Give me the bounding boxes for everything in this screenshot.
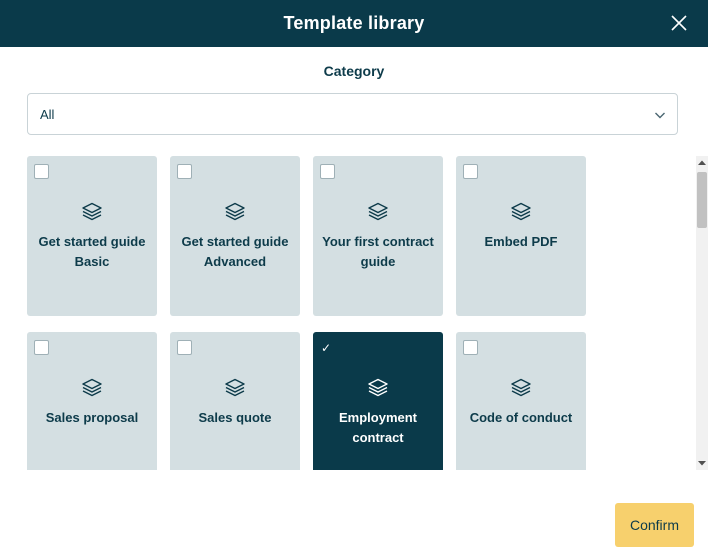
template-checkbox[interactable]	[177, 340, 192, 355]
template-checkbox[interactable]	[320, 164, 335, 179]
template-checkbox[interactable]	[463, 164, 478, 179]
layers-icon	[510, 201, 532, 223]
scroll-up-arrow-icon[interactable]	[698, 159, 706, 167]
layers-icon	[224, 201, 246, 223]
category-select[interactable]: All	[27, 93, 678, 135]
template-title: Get started guide Advanced	[181, 234, 289, 269]
template-card[interactable]: ✓ Employment contract	[313, 332, 443, 470]
confirm-button[interactable]: Confirm	[615, 503, 694, 547]
template-card[interactable]: Get started guide Basic	[27, 156, 157, 316]
chevron-down-icon	[655, 112, 665, 119]
template-card[interactable]: Sales proposal	[27, 332, 157, 470]
layers-icon	[367, 377, 389, 399]
template-checkbox[interactable]	[34, 164, 49, 179]
template-card[interactable]: Embed PDF	[456, 156, 586, 316]
layers-icon	[81, 377, 103, 399]
category-select-value: All	[40, 106, 55, 122]
template-checkbox[interactable]	[177, 164, 192, 179]
layers-icon	[81, 201, 103, 223]
template-card[interactable]: Get started guide Advanced	[170, 156, 300, 316]
template-checkbox[interactable]	[34, 340, 49, 355]
template-title: Get started guide Basic	[38, 234, 146, 269]
template-title: Employment contract	[338, 410, 417, 445]
modal-title: Template library	[283, 13, 425, 33]
template-checkbox[interactable]	[320, 340, 335, 355]
template-grid: Get started guide Basic Get started guide…	[27, 156, 687, 470]
grid-scrollbar[interactable]	[696, 156, 708, 470]
template-title: Code of conduct	[469, 410, 573, 425]
layers-icon	[510, 377, 532, 399]
template-card[interactable]: Sales quote	[170, 332, 300, 470]
category-label: Category	[323, 63, 385, 79]
scroll-down-arrow-icon[interactable]	[698, 459, 706, 467]
close-icon	[671, 15, 687, 31]
template-grid-viewport: Get started guide Basic Get started guide…	[27, 156, 687, 470]
close-button[interactable]	[668, 12, 690, 34]
template-title: Sales quote	[198, 410, 272, 425]
layers-icon	[367, 201, 389, 223]
modal-header: Template library	[0, 0, 708, 47]
template-title: Your first contract guide	[322, 234, 434, 269]
template-card[interactable]: Your first contract guide	[313, 156, 443, 316]
template-title: Sales proposal	[45, 410, 139, 425]
template-checkbox[interactable]	[463, 340, 478, 355]
layers-icon	[224, 377, 246, 399]
scroll-thumb[interactable]	[697, 172, 707, 228]
template-title: Embed PDF	[484, 234, 558, 249]
template-card[interactable]: Code of conduct	[456, 332, 586, 470]
